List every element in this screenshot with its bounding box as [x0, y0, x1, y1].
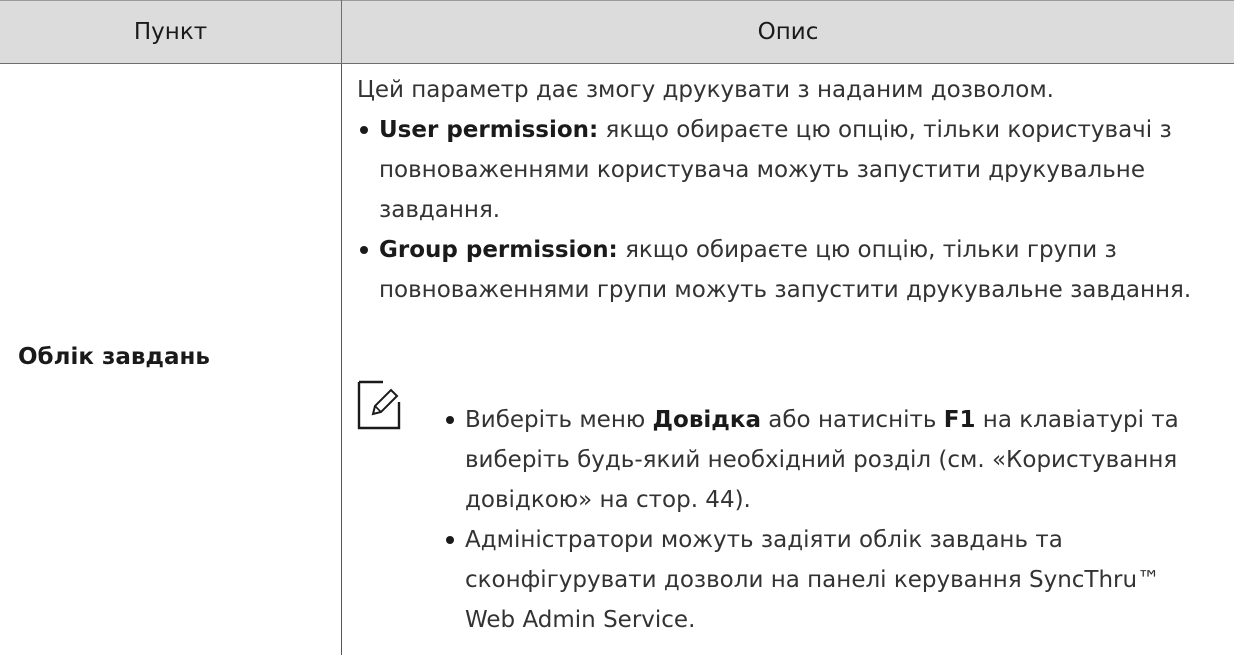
description-intro: Цей параметр дає змогу друкувати з надан…: [357, 77, 1054, 103]
note-text: або натисніть: [760, 407, 944, 433]
pencil-note-icon: [357, 380, 401, 430]
column-divider: [341, 64, 342, 655]
note-item-admin: Адміністратори можуть задіяти облік завд…: [443, 520, 1213, 640]
option-group-permission: Group permission: якщо обираєте цю опцію…: [357, 230, 1217, 310]
note-bold-help: Довідка: [652, 407, 761, 433]
note-list: Виберіть меню Довідка або натисніть F1 н…: [443, 400, 1213, 640]
option-term: User permission:: [379, 117, 599, 143]
note-item-help: Виберіть меню Довідка або натисніть F1 н…: [443, 400, 1213, 520]
header-item: Пункт: [133, 19, 208, 45]
note-bold-key: F1: [943, 407, 976, 433]
option-term: Group permission:: [379, 237, 618, 263]
header-divider: [341, 0, 342, 64]
spec-table: Пункт Опис Облік завдань Цей параметр да…: [0, 0, 1234, 655]
table-header: Пункт Опис: [0, 0, 1234, 64]
item-name: Облік завдань: [18, 344, 210, 370]
options-list: User permission: якщо обираєте цю опцію,…: [357, 110, 1217, 310]
header-description: Опис: [757, 19, 819, 45]
note-text: Виберіть меню: [465, 407, 653, 433]
description-cell: Цей параметр дає змогу друкувати з надан…: [357, 70, 1217, 310]
option-user-permission: User permission: якщо обираєте цю опцію,…: [357, 110, 1217, 230]
